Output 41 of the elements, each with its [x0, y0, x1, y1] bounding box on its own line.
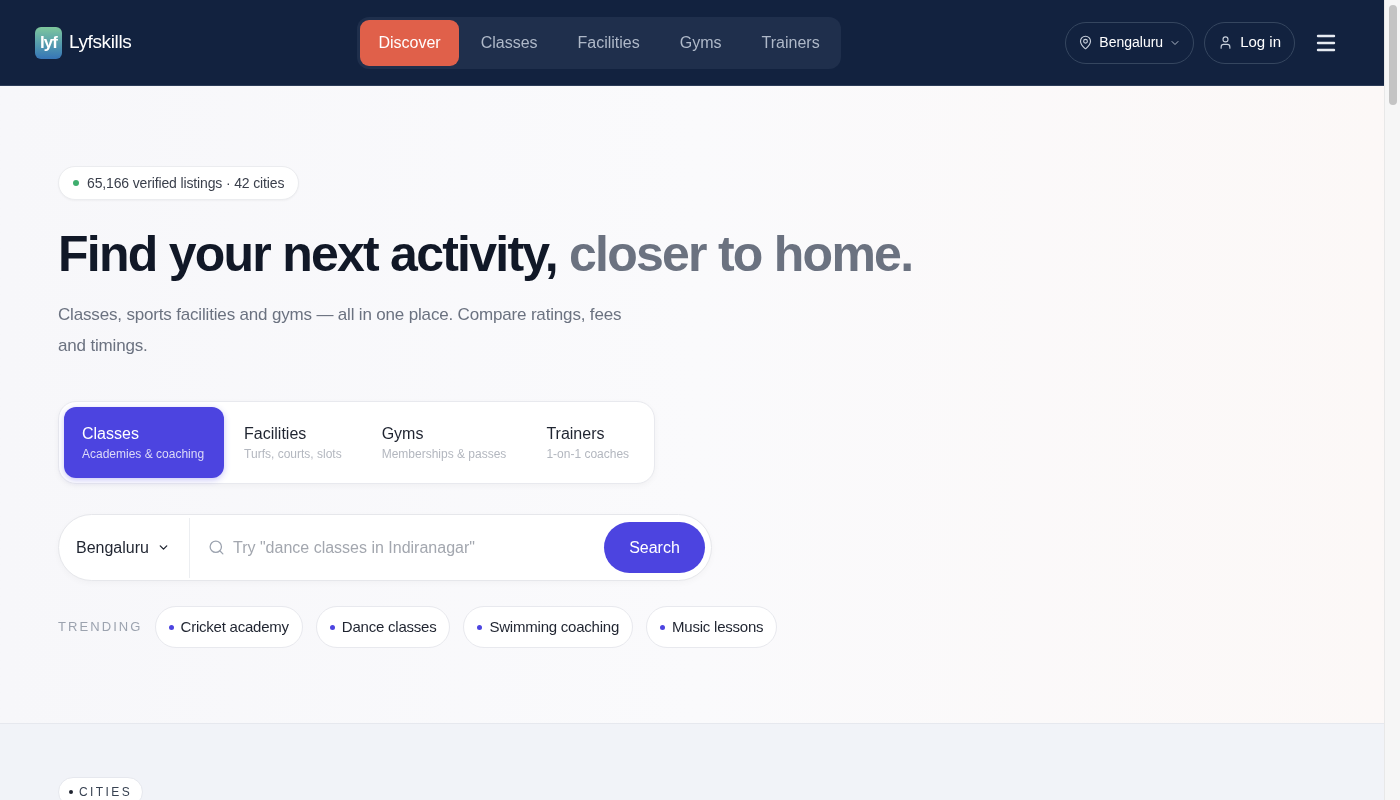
- city-label: Bengaluru: [1099, 33, 1164, 52]
- category-title: Trainers: [546, 423, 605, 443]
- category-subtitle: Turfs, courts, slots: [244, 446, 342, 462]
- nav-tab[interactable]: Gyms: [661, 19, 740, 66]
- nav-tab[interactable]: Discover: [360, 19, 459, 66]
- trending-chip[interactable]: Dance classes: [315, 606, 451, 648]
- search-input[interactable]: Try "dance classes in Indiranagar": [232, 535, 604, 560]
- trending-label: TRENDING: [58, 618, 143, 637]
- category-title: Gyms: [381, 423, 424, 443]
- headline: Find your next activity, closer to home.: [58, 227, 913, 282]
- category-tab[interactable]: Classes Academies & coaching: [64, 407, 225, 478]
- category-title: Classes: [82, 423, 139, 443]
- trending-chip[interactable]: Music lessons: [646, 606, 778, 648]
- user-icon: [1218, 35, 1234, 50]
- category-tab[interactable]: Trainers 1-on-1 coaches: [528, 407, 650, 478]
- chip-label: Cricket academy: [180, 616, 289, 637]
- brand-name[interactable]: Lyfskills: [69, 28, 132, 57]
- map-pin-icon: [1078, 35, 1094, 50]
- chip-label: Music lessons: [672, 616, 764, 637]
- nav-tab[interactable]: Classes: [462, 19, 556, 66]
- nav-tab[interactable]: Trainers: [743, 19, 838, 66]
- trending-chip[interactable]: Swimming coaching: [463, 606, 634, 648]
- category-tab[interactable]: Gyms Memberships & passes: [363, 407, 527, 478]
- category-title: Facilities: [244, 423, 307, 443]
- city-dropdown-label: Bengaluru: [76, 537, 149, 558]
- city-dropdown[interactable]: Bengaluru: [59, 515, 189, 580]
- badge-text: 65,166 verified listings · 42 cities: [87, 173, 285, 193]
- section-tag-label: CITIES: [79, 784, 133, 800]
- search-button[interactable]: Search: [604, 522, 705, 573]
- category-tab[interactable]: Facilities Turfs, courts, slots: [226, 407, 362, 478]
- nav-tab[interactable]: Facilities: [559, 19, 658, 66]
- trending-chip[interactable]: Cricket academy: [154, 606, 303, 648]
- chip-label: Swimming coaching: [489, 616, 620, 637]
- category-subtitle: Academies & coaching: [82, 446, 205, 462]
- category-subtitle: 1-on-1 coaches: [546, 446, 630, 462]
- login-label: Log in: [1240, 32, 1281, 53]
- search-icon: [207, 539, 225, 556]
- category-subtitle: Memberships & passes: [381, 446, 507, 462]
- scrollbar-thumb[interactable]: [1388, 5, 1397, 105]
- chip-label: Dance classes: [341, 616, 437, 637]
- hero-subtitle: Classes, sports facilities and gyms — all in one place. Compare ratings, fees and timings.: [58, 304, 623, 357]
